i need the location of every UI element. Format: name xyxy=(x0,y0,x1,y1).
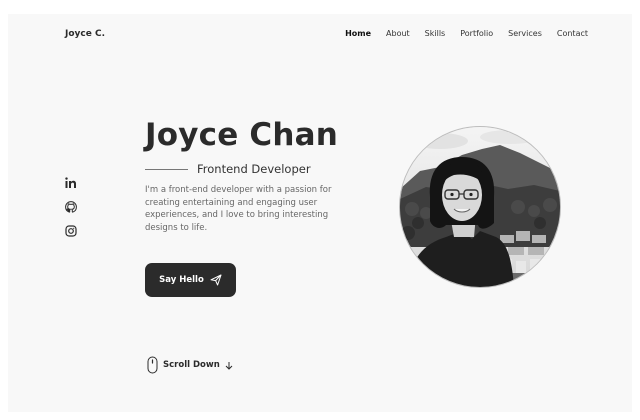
nav-skills[interactable]: Skills xyxy=(425,29,446,38)
instagram-icon[interactable] xyxy=(65,222,77,237)
page: Joyce C. Home About Skills Portfolio Ser… xyxy=(8,14,632,412)
nav-home[interactable]: Home xyxy=(345,29,371,38)
github-icon[interactable] xyxy=(65,198,77,213)
linkedin-icon[interactable] xyxy=(65,174,77,188)
hero-name: Joyce Chan xyxy=(145,117,339,153)
arrow-down-icon xyxy=(225,361,233,370)
scroll-down-label: Scroll Down xyxy=(163,360,220,370)
nav-contact[interactable]: Contact xyxy=(557,29,588,38)
nav-portfolio[interactable]: Portfolio xyxy=(460,29,493,38)
logo[interactable]: Joyce C. xyxy=(65,29,105,39)
say-hello-label: Say Hello xyxy=(159,275,204,285)
subtitle-row: Frontend Developer xyxy=(145,162,311,176)
hero-subtitle: Frontend Developer xyxy=(197,162,311,176)
say-hello-button[interactable]: Say Hello xyxy=(145,263,236,297)
nav-services[interactable]: Services xyxy=(508,29,542,38)
main-nav: Home About Skills Portfolio Services Con… xyxy=(345,29,588,38)
hero-description: I'm a front-end developer with a passion… xyxy=(145,185,332,233)
profile-photo xyxy=(399,126,561,288)
scroll-down-link[interactable]: Scroll Down xyxy=(147,356,233,374)
nav-about[interactable]: About xyxy=(386,29,410,38)
mouse-icon xyxy=(147,356,158,374)
social-links xyxy=(65,174,77,237)
send-icon xyxy=(210,274,222,286)
subtitle-divider xyxy=(145,168,188,170)
